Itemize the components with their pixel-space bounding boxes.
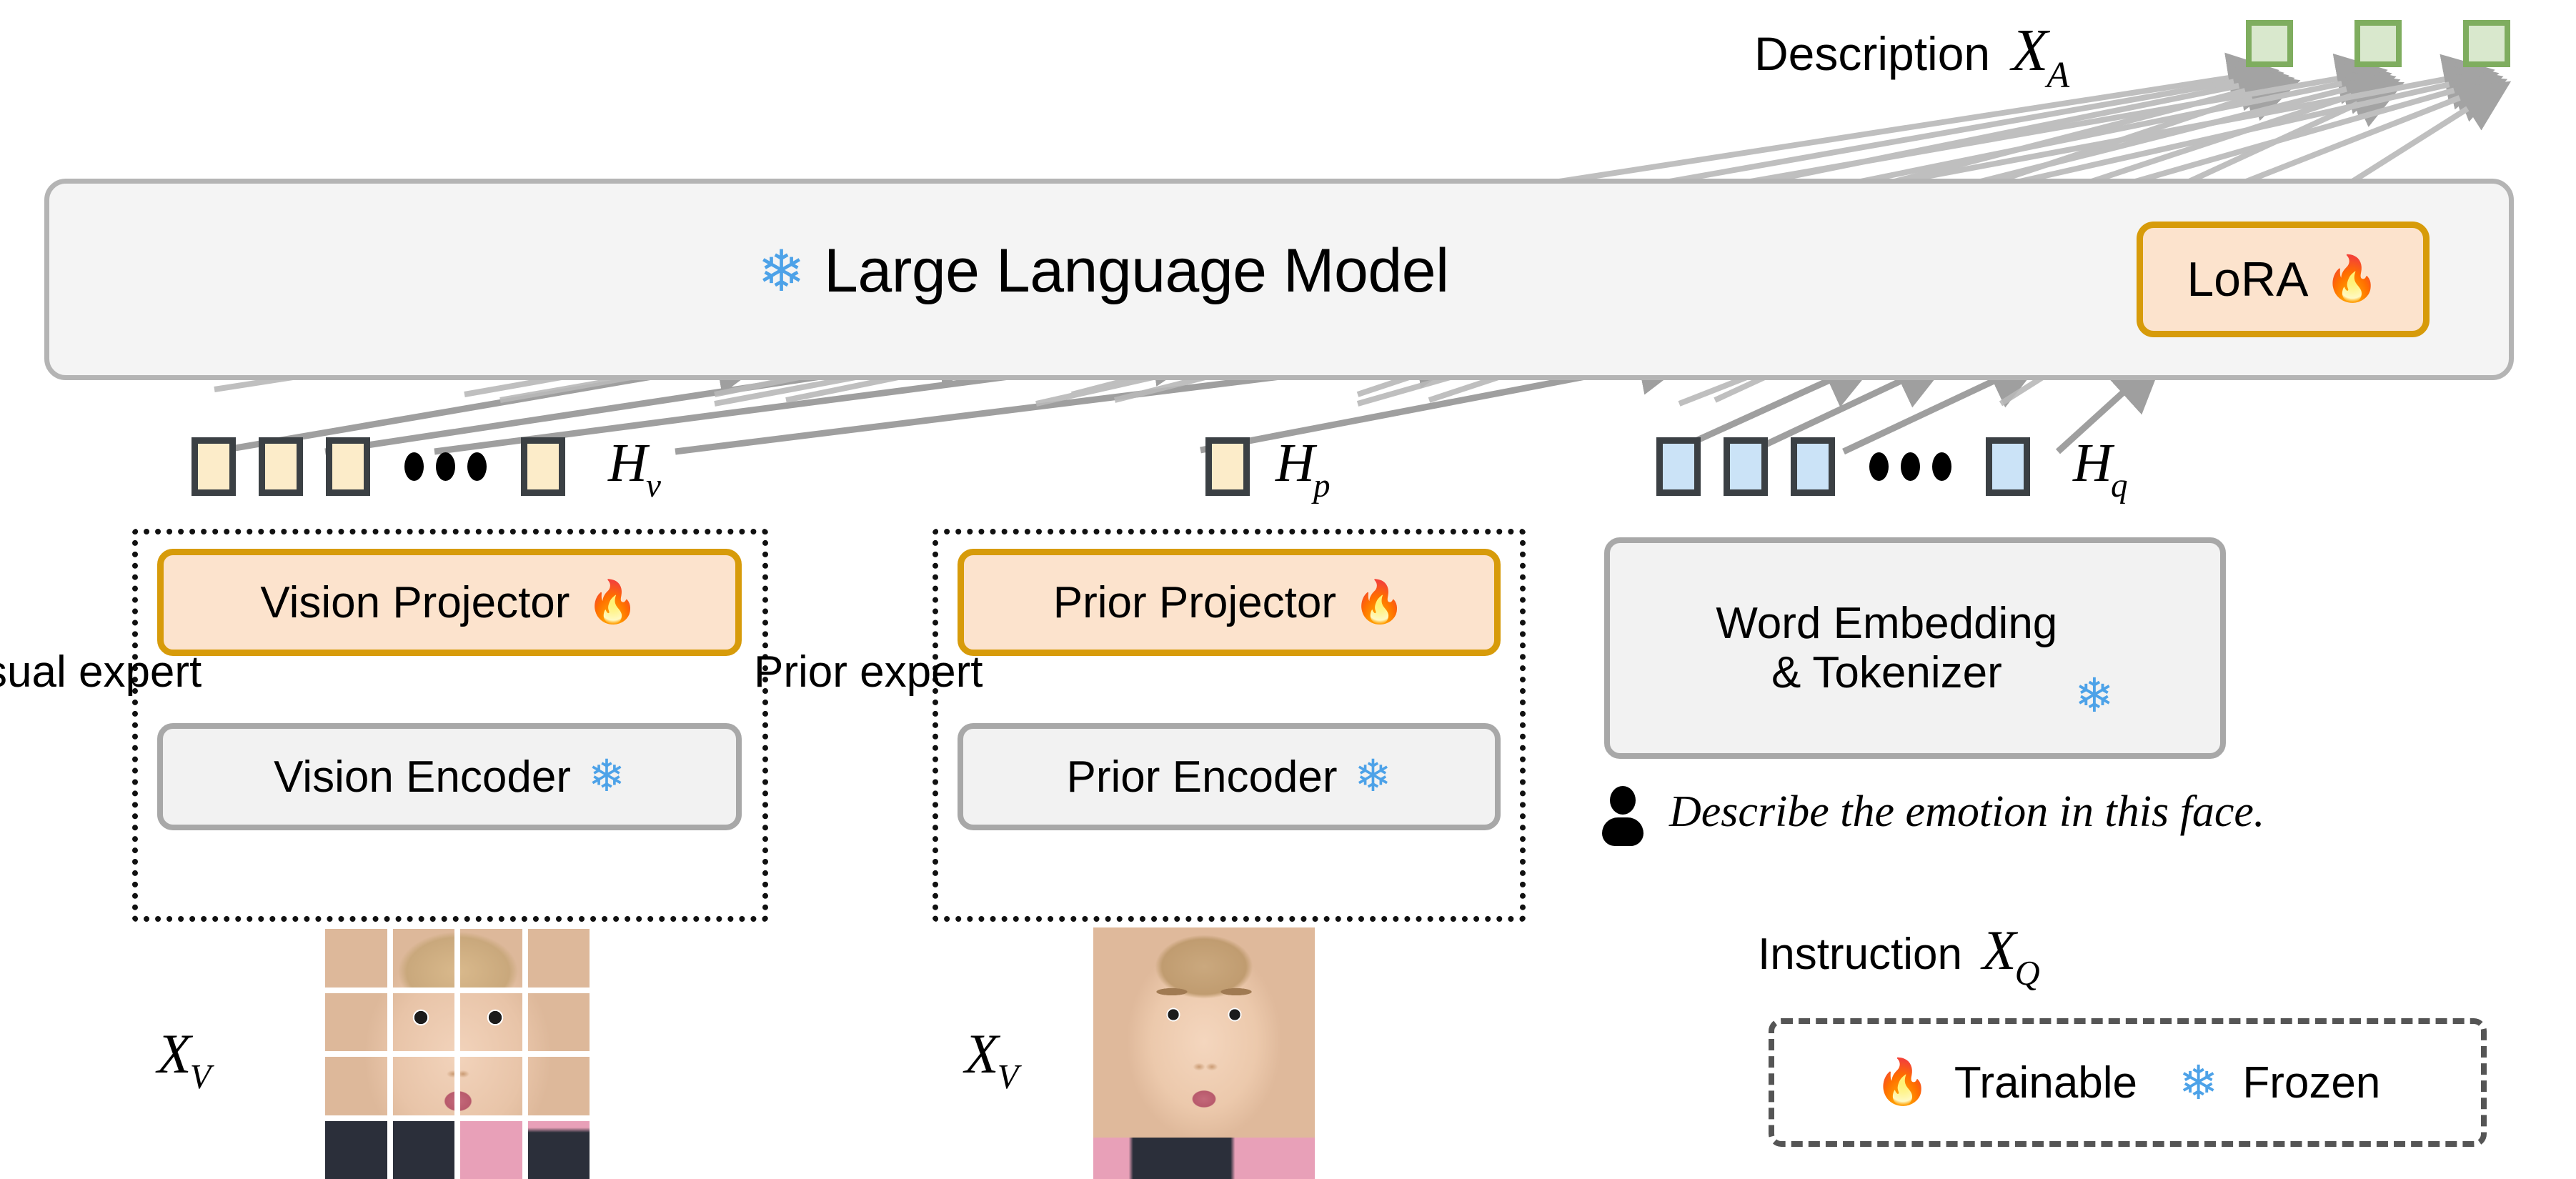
prior-token xyxy=(1205,437,1250,497)
prior-encoder-box[interactable]: Prior Encoder ❄ xyxy=(958,723,1501,830)
prior-input-symbol-wrap: XV xyxy=(965,1022,1020,1097)
instruction-line: Describe the emotion in this face. xyxy=(1601,786,2265,846)
image-patch xyxy=(392,929,454,988)
image-patch xyxy=(325,1057,387,1115)
llm-label-wrap: ❄ Large Language Model xyxy=(757,236,1449,307)
query-token xyxy=(1791,437,1835,497)
output-token xyxy=(2246,20,2293,67)
image-patch xyxy=(460,1057,522,1115)
instruction-symbol: XQ xyxy=(1982,919,2040,993)
fire-icon: 🔥 xyxy=(1874,1058,1930,1107)
lora-box[interactable]: LoRA 🔥 xyxy=(2137,222,2430,337)
snowflake-icon: ❄ xyxy=(2179,1056,2219,1109)
fire-icon: 🔥 xyxy=(1353,579,1406,625)
hv-symbol: Hv xyxy=(608,433,661,504)
vision-projector-label: Vision Projector xyxy=(260,577,570,627)
vision-encoder-box[interactable]: Vision Encoder ❄ xyxy=(157,723,742,830)
llm-label: Large Language Model xyxy=(824,237,1449,305)
legend-box: 🔥 Trainable ❄ Frozen xyxy=(1769,1018,2487,1147)
snowflake-icon: ❄ xyxy=(757,239,806,303)
word-embedding-label-line2: & Tokenizer xyxy=(1771,648,2002,697)
prior-expert-group-label: Prior expert xyxy=(754,647,983,697)
visual-token xyxy=(326,437,370,497)
instruction-tag: Instruction XQ xyxy=(1758,918,2042,993)
vision-encoder-label: Vision Encoder xyxy=(274,752,571,802)
description-header: Description XA xyxy=(1754,16,2071,96)
image-patch xyxy=(460,1120,522,1179)
fire-icon: 🔥 xyxy=(587,579,639,625)
query-token xyxy=(1656,437,1701,497)
word-embedding-label-line1: Word Embedding xyxy=(1716,598,2058,648)
description-symbol: XA xyxy=(2011,17,2070,96)
output-token xyxy=(2463,20,2510,67)
image-patch xyxy=(325,993,387,1051)
instruction-text: Describe the emotion in this face. xyxy=(1669,787,2265,836)
prior-input-symbol: XV xyxy=(965,1023,1019,1097)
lora-label: LoRA xyxy=(2187,252,2309,307)
snowflake-icon: ❄ xyxy=(1354,752,1392,801)
image-patch xyxy=(460,929,522,988)
query-token xyxy=(1986,437,2030,497)
prior-projector-box[interactable]: Prior Projector 🔥 xyxy=(958,549,1501,656)
prior-token-row: Hp xyxy=(1205,432,1331,504)
user-icon xyxy=(1601,786,1645,846)
query-token-ellipsis xyxy=(1869,452,1951,482)
image-patch xyxy=(392,1057,454,1115)
visual-token-row: Hv xyxy=(192,432,662,504)
image-patch xyxy=(527,1120,590,1179)
diagram-canvas: Description XA ❄ Large Language Model Lo… xyxy=(0,0,2576,1179)
visual-input-symbol: XV xyxy=(157,1023,212,1097)
image-patch xyxy=(460,993,522,1051)
fire-icon: 🔥 xyxy=(2324,254,2379,304)
output-token xyxy=(2354,20,2402,67)
prior-expert-group-label-wrap: Prior expert xyxy=(754,647,983,697)
legend-trainable-label: Trainable xyxy=(1954,1058,2138,1108)
visual-token xyxy=(192,437,236,497)
snowflake-icon: ❄ xyxy=(2074,669,2114,722)
vision-projector-box[interactable]: Vision Projector 🔥 xyxy=(157,549,742,656)
visual-token xyxy=(259,437,303,497)
word-embedding-tokenizer-box[interactable]: Word Embedding & Tokenizer ❄ xyxy=(1604,537,2226,759)
visual-input-patched-image xyxy=(325,929,590,1179)
snowflake-icon: ❄ xyxy=(587,752,625,801)
image-patch xyxy=(325,929,387,988)
visual-token xyxy=(521,437,565,497)
description-label: Description xyxy=(1754,27,1991,80)
legend-frozen-label: Frozen xyxy=(2242,1058,2381,1108)
instruction-tag-label: Instruction xyxy=(1758,930,1963,979)
prior-input-image xyxy=(1093,927,1315,1179)
image-patch xyxy=(527,993,590,1051)
image-patch xyxy=(527,929,590,988)
image-patch xyxy=(325,1120,387,1179)
hq-symbol: Hq xyxy=(2073,433,2128,504)
visual-input-symbol-wrap: XV xyxy=(157,1022,212,1097)
hp-symbol: Hp xyxy=(1275,433,1331,504)
prior-projector-label: Prior Projector xyxy=(1053,577,1336,627)
prior-encoder-label: Prior Encoder xyxy=(1066,752,1338,802)
image-patch xyxy=(392,1120,454,1179)
query-token-row: Hq xyxy=(1656,432,2129,504)
query-token xyxy=(1724,437,1768,497)
image-patch xyxy=(392,993,454,1051)
image-patch xyxy=(527,1057,590,1115)
visual-token-ellipsis xyxy=(404,452,487,482)
visual-expert-group-label-wrap: Visual expert xyxy=(0,647,202,697)
